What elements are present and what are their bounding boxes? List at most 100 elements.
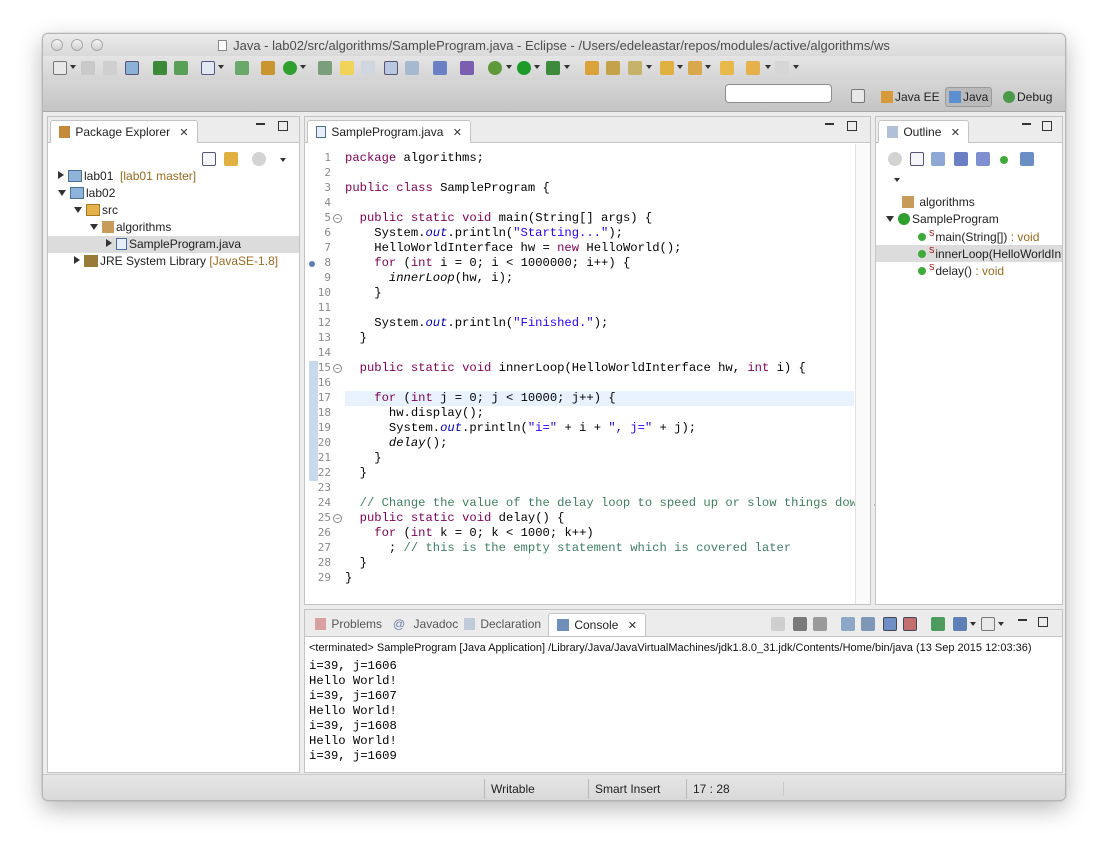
scroll-lock-icon[interactable] <box>861 617 875 631</box>
previous-annotation-icon[interactable] <box>688 61 702 75</box>
last-edit-icon[interactable] <box>720 61 734 75</box>
code-line[interactable]: } <box>345 466 367 481</box>
outline-item-delay[interactable]: Sdelay() : void <box>876 262 1062 279</box>
pilcrow-icon[interactable] <box>405 61 419 75</box>
code-line[interactable]: } <box>345 451 381 466</box>
show-on-stdout-icon[interactable] <box>883 617 897 631</box>
chevron-down-icon[interactable] <box>534 65 540 69</box>
tab-javadoc[interactable]: @ Javadoc <box>385 613 466 636</box>
open-task-icon[interactable] <box>606 61 620 75</box>
maximize-icon[interactable] <box>278 121 288 131</box>
collapse-all-icon[interactable] <box>910 152 924 166</box>
open-perspective-icon[interactable] <box>851 89 865 103</box>
chevron-down-icon[interactable] <box>300 65 306 69</box>
run-icon[interactable] <box>517 61 531 75</box>
expanded-arrow-icon[interactable] <box>90 224 98 230</box>
maximize-icon[interactable] <box>1038 617 1048 627</box>
code-line[interactable]: for (int k = 0; k < 1000; k++) <box>345 526 593 541</box>
view-menu-chevron-down-icon[interactable] <box>894 178 900 182</box>
new-package-icon[interactable] <box>261 61 275 75</box>
pin-console-icon[interactable] <box>931 617 945 631</box>
code-line[interactable]: System.out.println("Starting..."); <box>345 226 623 241</box>
close-window-button[interactable] <box>51 39 63 51</box>
clear-console-icon[interactable] <box>841 617 855 631</box>
link-with-editor-icon[interactable] <box>224 152 238 166</box>
tab-package-explorer[interactable]: Package Explorer ✕ <box>50 120 198 143</box>
chevron-down-icon[interactable] <box>998 622 1004 626</box>
skip-breakpoints-icon[interactable] <box>433 61 447 75</box>
close-icon[interactable]: ✕ <box>628 620 637 632</box>
code-line[interactable]: System.out.println("i=" + i + ", j=" + j… <box>345 421 696 436</box>
expanded-arrow-icon[interactable] <box>886 216 894 222</box>
code-line[interactable]: public class SampleProgram { <box>345 181 550 196</box>
mark-occurrences-icon[interactable] <box>340 61 354 75</box>
code-line[interactable]: public static void delay() { <box>345 511 565 526</box>
code-line[interactable]: hw.display(); <box>345 406 484 421</box>
import-icon[interactable] <box>153 61 167 75</box>
code-line[interactable]: for (int i = 0; i < 1000000; i++) { <box>345 256 630 271</box>
remove-launch-icon[interactable] <box>793 617 807 631</box>
minimize-icon[interactable] <box>825 123 834 125</box>
hide-fields-icon[interactable] <box>954 152 968 166</box>
chevron-down-icon[interactable] <box>646 65 652 69</box>
print-icon[interactable] <box>125 61 139 75</box>
code-line[interactable]: } <box>345 556 367 571</box>
collapsed-arrow-icon[interactable] <box>58 171 64 179</box>
code-line[interactable]: HelloWorldInterface hw = new HelloWorld(… <box>345 241 681 256</box>
expanded-arrow-icon[interactable] <box>58 190 66 196</box>
tree-item-src[interactable]: src <box>48 202 299 219</box>
code-line[interactable]: public static void innerLoop(HelloWorldI… <box>345 361 806 376</box>
collapsed-arrow-icon[interactable] <box>106 239 112 247</box>
code-line[interactable]: package algorithms; <box>345 151 484 166</box>
code-line[interactable]: for (int j = 0; j < 10000; j++) { <box>345 391 615 406</box>
chevron-down-icon[interactable] <box>218 65 224 69</box>
code-line[interactable]: innerLoop(hw, i); <box>345 271 513 286</box>
code-line[interactable]: } <box>345 571 352 586</box>
editor-vertical-scrollbar[interactable] <box>855 144 870 604</box>
remove-all-terminated-icon[interactable] <box>813 617 827 631</box>
tree-item-lab02[interactable]: lab02 <box>48 185 299 202</box>
chevron-down-icon[interactable] <box>970 622 976 626</box>
chevron-down-icon[interactable] <box>506 65 512 69</box>
new-java-project-icon[interactable] <box>235 61 249 75</box>
show-on-stderr-icon[interactable] <box>903 617 917 631</box>
tree-item-sampleprogram-java[interactable]: SampleProgram.java <box>48 236 299 253</box>
tab-problems[interactable]: Problems <box>307 613 390 636</box>
code-line[interactable]: ; // this is the empty statement which i… <box>345 541 791 556</box>
tree-item-lab01[interactable]: lab01 [lab01 master] <box>48 168 299 185</box>
collapsed-arrow-icon[interactable] <box>74 256 80 264</box>
open-type-icon[interactable] <box>318 61 332 75</box>
tab-console[interactable]: Console ✕ <box>548 613 646 636</box>
fold-toggle-icon[interactable]: − <box>333 214 342 223</box>
code-line[interactable]: public static void main(String[] args) { <box>345 211 653 226</box>
debug-configurations-icon[interactable] <box>460 61 474 75</box>
view-menu-chevron-down-icon[interactable] <box>280 158 286 162</box>
hide-non-public-icon[interactable] <box>1000 156 1008 164</box>
code-line[interactable]: // Change the value of the delay loop to… <box>345 496 879 511</box>
export-icon[interactable] <box>174 61 188 75</box>
chevron-down-icon[interactable] <box>793 65 799 69</box>
perspective-debug[interactable]: Debug <box>1000 87 1055 107</box>
next-annotation-icon[interactable] <box>660 61 674 75</box>
code-line[interactable]: } <box>345 286 381 301</box>
tree-item-algorithms[interactable]: algorithms <box>48 219 299 236</box>
block-selection-icon[interactable] <box>361 61 375 75</box>
sort-icon[interactable] <box>931 152 945 166</box>
minimize-icon[interactable] <box>1018 619 1027 621</box>
chevron-down-icon[interactable] <box>70 65 76 69</box>
fold-toggle-icon[interactable]: − <box>333 364 342 373</box>
tab-declaration[interactable]: Declaration <box>456 613 549 636</box>
fold-toggle-icon[interactable]: − <box>333 514 342 523</box>
chevron-down-icon[interactable] <box>765 65 771 69</box>
tab-outline[interactable]: Outline ✕ <box>878 120 969 143</box>
code-line[interactable]: delay(); <box>345 436 448 451</box>
maximize-icon[interactable] <box>1042 121 1052 131</box>
close-icon[interactable]: ✕ <box>951 127 960 139</box>
collapse-all-icon[interactable] <box>202 152 216 166</box>
task-icon[interactable] <box>201 61 215 75</box>
minimize-icon[interactable] <box>1022 123 1031 125</box>
run-external-icon[interactable] <box>546 61 560 75</box>
show-whitespace-icon[interactable] <box>384 61 398 75</box>
open-console-icon[interactable] <box>981 617 995 631</box>
outline-item-algorithms[interactable]: algorithms <box>876 194 1062 211</box>
